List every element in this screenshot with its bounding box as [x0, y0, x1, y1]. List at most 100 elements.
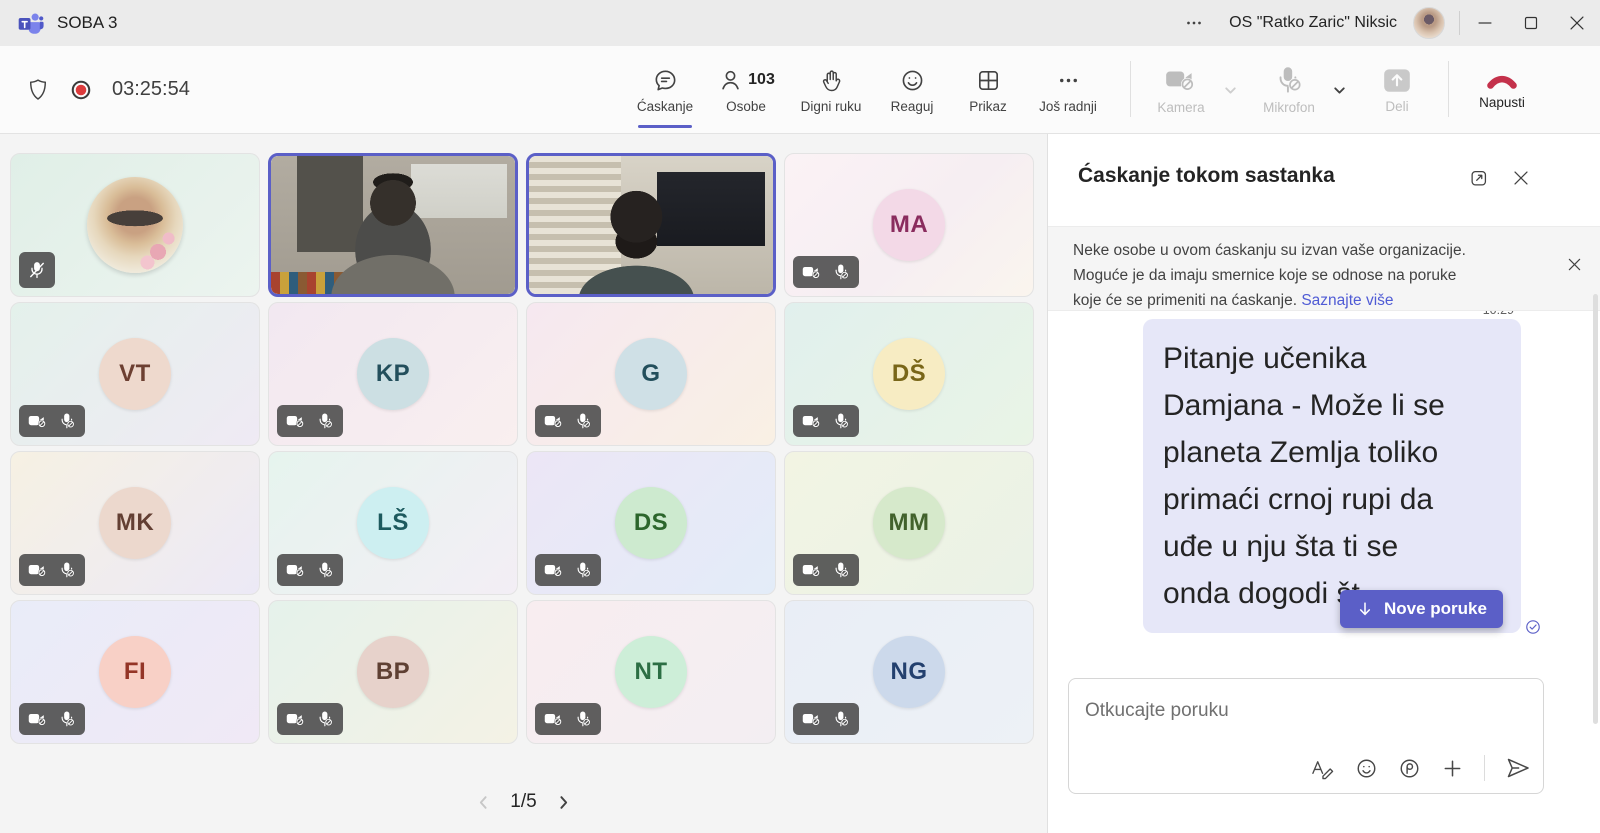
- participant-tile[interactable]: MA: [784, 153, 1034, 297]
- new-messages-button[interactable]: Nove poruke: [1340, 590, 1503, 628]
- mic-off-icon: [58, 412, 76, 430]
- participant-tile[interactable]: LŠ: [268, 451, 518, 595]
- status-chip: [19, 405, 85, 437]
- chat-scrollbar-thumb[interactable]: [1593, 294, 1598, 724]
- chat-close-icon[interactable]: [1510, 167, 1532, 189]
- tab-prikaz[interactable]: Prikaz: [950, 46, 1026, 133]
- minimize-button[interactable]: [1462, 1, 1508, 46]
- dots-icon: [1055, 67, 1082, 94]
- close-button[interactable]: [1554, 1, 1600, 46]
- maximize-button[interactable]: [1508, 1, 1554, 46]
- status-chip: [535, 405, 601, 437]
- title-bar: SOBA 3 OS "Ratko Zaric" Niksic: [0, 0, 1600, 46]
- popout-icon[interactable]: [1468, 167, 1490, 189]
- next-page-chevron[interactable]: [555, 794, 572, 811]
- camera-options-chevron[interactable]: [1222, 82, 1239, 99]
- camera-off-icon: [802, 413, 822, 429]
- loop-component-icon[interactable]: [1398, 757, 1421, 780]
- microphone-options-chevron[interactable]: [1331, 82, 1348, 99]
- participant-tile[interactable]: NT: [526, 600, 776, 744]
- meeting-toolbar: 03:25:54 Ćaskanje103OsobeDigni rukuReagu…: [0, 46, 1600, 134]
- mic-off-icon: [574, 561, 592, 579]
- participant-initials: VT: [99, 338, 171, 410]
- participant-video: [529, 156, 773, 294]
- previous-page-chevron[interactable]: [475, 794, 492, 811]
- participant-tile[interactable]: FI: [10, 600, 260, 744]
- organization-name: OS "Ratko Zaric" Niksic: [1229, 14, 1397, 32]
- tab-digni-ruku[interactable]: Digni ruku: [788, 46, 874, 133]
- banner-close-icon[interactable]: [1565, 255, 1584, 274]
- external-users-banner: Neke osobe u ovom ćaskanju su izvan vaše…: [1048, 226, 1600, 311]
- toolbar-divider: [1448, 61, 1449, 117]
- participant-tile[interactable]: [526, 153, 776, 297]
- participant-tile[interactable]: MM: [784, 451, 1034, 595]
- status-chip: [535, 554, 601, 586]
- microphone-label: Mikrofon: [1263, 100, 1315, 115]
- participant-tile[interactable]: G: [526, 302, 776, 446]
- room-title: SOBA 3: [57, 13, 117, 33]
- camera-button[interactable]: Kamera: [1146, 46, 1216, 133]
- arrow-down-icon: [1356, 600, 1374, 618]
- format-icon[interactable]: [1310, 757, 1335, 780]
- camera-off-icon: [28, 562, 48, 578]
- security-shield-icon[interactable]: [26, 77, 50, 103]
- emoji-icon[interactable]: [1355, 757, 1378, 780]
- mic-off-icon: [58, 561, 76, 579]
- participant-tile[interactable]: MK: [10, 451, 260, 595]
- camera-off-icon: [1163, 64, 1199, 96]
- camera-off-icon: [544, 711, 564, 727]
- camera-label: Kamera: [1157, 100, 1204, 115]
- message-timestamp-clipped: 10:29: [1483, 311, 1514, 319]
- tab--askanje[interactable]: Ćaskanje: [626, 46, 704, 133]
- participant-tile[interactable]: DŠ: [784, 302, 1034, 446]
- tab-reaguj[interactable]: Reaguj: [874, 46, 950, 133]
- learn-more-link[interactable]: Saznajte više: [1301, 292, 1393, 309]
- toolbar-tabs: Ćaskanje 103 Osobe Digni ruku Reaguj Prikaz Jo…: [626, 46, 1110, 133]
- participant-tile[interactable]: DS: [526, 451, 776, 595]
- participant-tile[interactable]: [268, 153, 518, 297]
- teams-logo-icon: [17, 10, 44, 36]
- chat-panel-title: Ćaskanje tokom sastanka: [1078, 164, 1335, 188]
- tab-label: Reaguj: [891, 99, 934, 114]
- microphone-button[interactable]: Mikrofon: [1254, 46, 1324, 133]
- camera-off-icon: [286, 711, 306, 727]
- leave-button[interactable]: Napusti: [1462, 46, 1542, 133]
- attach-plus-icon[interactable]: [1441, 757, 1464, 780]
- participant-count-badge: 103: [748, 71, 775, 89]
- tab-label: Još radnji: [1039, 99, 1097, 114]
- tab-osobe[interactable]: 103 Osobe: [704, 46, 788, 133]
- mic-off-icon: [832, 263, 850, 281]
- mic-off-icon: [832, 412, 850, 430]
- status-chip: [793, 554, 859, 586]
- participant-initials: FI: [99, 636, 171, 708]
- participant-initials: KP: [357, 338, 429, 410]
- grid-pagination: 1/5: [0, 791, 1047, 813]
- toolbar-divider: [1130, 61, 1131, 117]
- titlebar-more-menu[interactable]: [1183, 12, 1205, 34]
- share-button[interactable]: Deli: [1362, 46, 1432, 133]
- status-chip: [793, 703, 859, 735]
- recording-indicator-icon: [69, 78, 93, 102]
- message-composer[interactable]: Otkucajte poruku: [1068, 678, 1544, 794]
- status-chip: [277, 405, 343, 437]
- new-messages-label: Nove poruke: [1384, 599, 1487, 619]
- mic-off-icon: [574, 412, 592, 430]
- participant-tile[interactable]: BP: [268, 600, 518, 744]
- participant-tile[interactable]: VT: [10, 302, 260, 446]
- camera-off-icon: [802, 562, 822, 578]
- share-screen-icon: [1381, 65, 1413, 95]
- status-chip: [277, 703, 343, 735]
- participant-tile[interactable]: KP: [268, 302, 518, 446]
- participant-tile[interactable]: [10, 153, 260, 297]
- participant-tile[interactable]: NG: [784, 600, 1034, 744]
- camera-off-icon: [28, 413, 48, 429]
- mic-off-icon: [58, 710, 76, 728]
- account-avatar[interactable]: [1413, 7, 1445, 39]
- tab-label: Osobe: [726, 99, 766, 114]
- send-icon[interactable]: [1505, 756, 1531, 780]
- tab-jo-radnji[interactable]: Još radnji: [1026, 46, 1110, 133]
- mic-off-icon: [316, 710, 334, 728]
- participant-initials: NT: [615, 636, 687, 708]
- participant-initials: NG: [873, 636, 945, 708]
- camera-off-icon: [28, 711, 48, 727]
